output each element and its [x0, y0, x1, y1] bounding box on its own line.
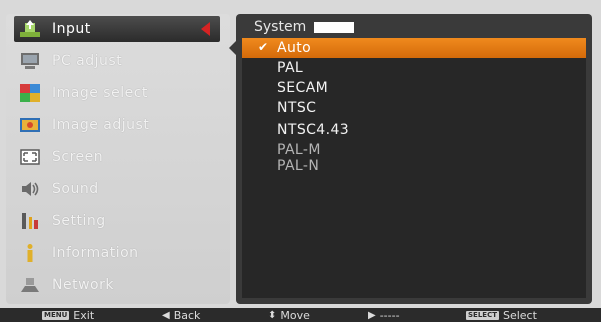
option-ntsc443[interactable]: NTSC4.43: [242, 120, 586, 140]
right-arrow-icon: ▶: [368, 309, 376, 321]
main-menu: Input PC adjust Image select Image adjus…: [6, 14, 230, 304]
option-pal-n: PAL-N: [242, 156, 586, 176]
hint-move: ⬍ Move: [268, 308, 310, 322]
image-select-icon: [18, 82, 42, 104]
hint-next: ▶ -----: [368, 308, 400, 322]
menu-item-sound[interactable]: Sound: [14, 176, 220, 202]
image-adjust-icon: [18, 114, 42, 136]
menu-item-screen[interactable]: Screen: [14, 144, 220, 170]
setting-icon: [18, 210, 42, 232]
menu-item-pc-adjust[interactable]: PC adjust: [14, 48, 220, 74]
system-options-list: ✔ Auto PAL SECAM NTSC NTSC4.43 PAL-M PAL…: [242, 38, 586, 298]
menu-key-badge: MENU: [42, 310, 70, 320]
left-arrow-icon: ◀: [162, 309, 170, 321]
network-icon: [18, 274, 42, 296]
menu-item-label: Image select: [52, 85, 148, 101]
option-label: Auto: [277, 40, 312, 56]
hint-select: SELECT Select: [466, 308, 537, 322]
panel-title: System: [254, 16, 355, 38]
option-label: PAL: [277, 60, 304, 76]
pc-adjust-icon: [18, 50, 42, 72]
hint-select-label: Select: [502, 308, 537, 322]
hint-move-label: Move: [280, 308, 310, 322]
hint-exit-label: Exit: [73, 308, 95, 322]
menu-item-input[interactable]: Input: [14, 16, 220, 42]
menu-item-label: Input: [52, 21, 91, 37]
option-ntsc[interactable]: NTSC: [242, 98, 586, 118]
system-submenu-panel: System ✔ Auto PAL SECAM NTSC NTSC4.43 PA…: [236, 14, 592, 304]
hint-back-label: Back: [173, 308, 201, 322]
option-secam[interactable]: SECAM: [242, 78, 586, 98]
submenu-arrow-icon: [201, 22, 210, 36]
input-icon: [18, 18, 42, 40]
hint-back: ◀ Back: [162, 308, 200, 322]
option-label: SECAM: [277, 80, 329, 96]
panel-title-text: System: [254, 19, 307, 35]
sound-icon: [18, 178, 42, 200]
menu-item-label: Information: [52, 245, 139, 261]
menu-item-image-select[interactable]: Image select: [14, 80, 220, 106]
menu-item-label: Sound: [52, 181, 99, 197]
check-icon: ✔: [258, 40, 269, 54]
option-label: NTSC4.43: [277, 122, 350, 138]
menu-item-setting[interactable]: Setting: [14, 208, 220, 234]
title-value-box: [314, 21, 355, 33]
screen-icon: [18, 146, 42, 168]
menu-item-label: Screen: [52, 149, 104, 165]
menu-item-label: Network: [52, 277, 114, 293]
information-icon: [18, 242, 42, 264]
menu-item-label: Setting: [52, 213, 106, 229]
hint-exit: MENU Exit: [42, 308, 94, 322]
status-bar: MENU Exit ◀ Back ⬍ Move ▶ ----- SELECT S…: [0, 308, 601, 322]
projector-menu-screen: Input PC adjust Image select Image adjus…: [0, 0, 601, 322]
up-down-arrow-icon: ⬍: [268, 309, 277, 321]
menu-item-label: PC adjust: [52, 53, 123, 69]
option-pal[interactable]: PAL: [242, 58, 586, 78]
menu-item-image-adjust[interactable]: Image adjust: [14, 112, 220, 138]
hint-next-label: -----: [379, 308, 400, 322]
menu-item-network[interactable]: Network: [14, 272, 220, 298]
select-key-badge: SELECT: [466, 310, 499, 320]
menu-item-label: Image adjust: [52, 117, 150, 133]
menu-item-information[interactable]: Information: [14, 240, 220, 266]
option-auto[interactable]: ✔ Auto: [242, 38, 586, 58]
option-label: NTSC: [277, 100, 317, 116]
option-label: PAL-N: [277, 158, 320, 174]
